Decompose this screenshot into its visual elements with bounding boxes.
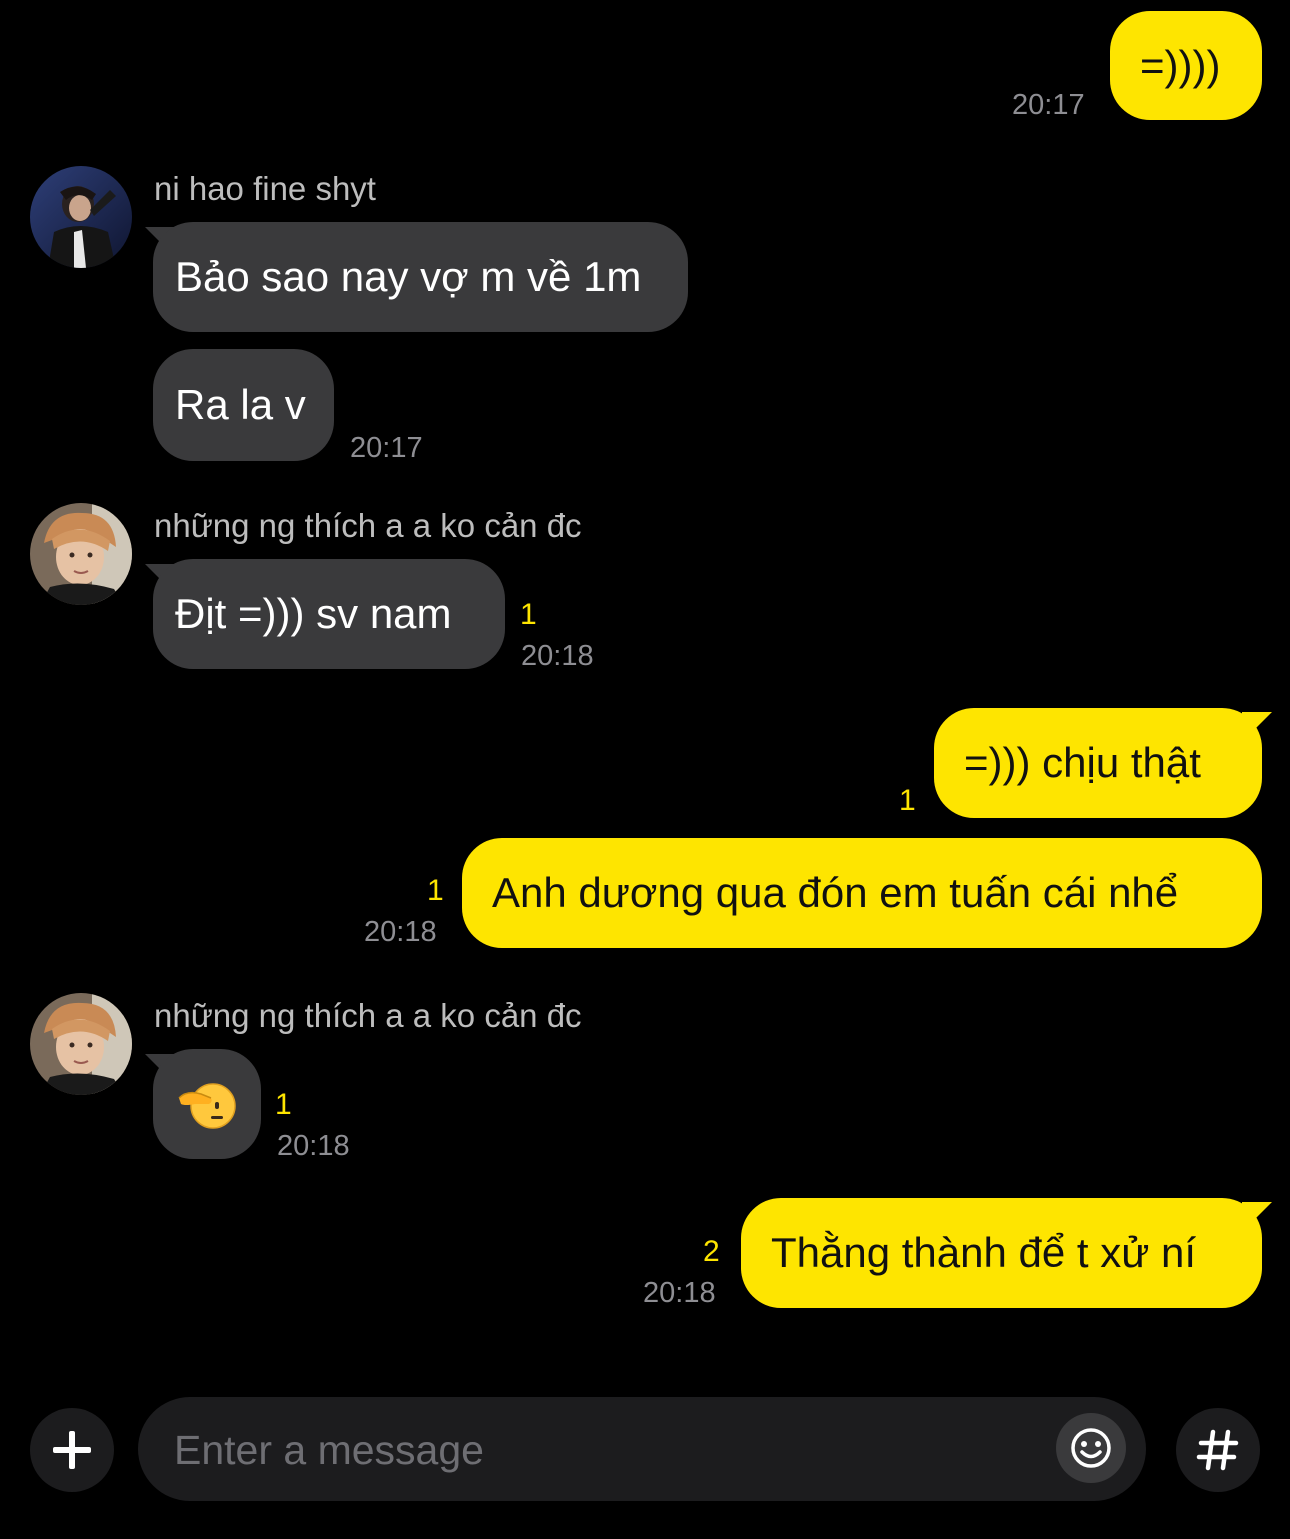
- message-bubble-incoming[interactable]: Ra la v: [153, 349, 334, 461]
- message-input[interactable]: [172, 1397, 1036, 1503]
- message-text: Thằng thành để t xử ní: [771, 1229, 1197, 1276]
- smiley-icon: [1071, 1428, 1111, 1468]
- message-time: 20:18: [643, 1277, 716, 1309]
- avatar[interactable]: [30, 503, 132, 605]
- plus-icon: [53, 1431, 91, 1469]
- message-time: 20:18: [364, 916, 437, 948]
- message-bubble-incoming[interactable]: Địt =))) sv nam: [153, 559, 505, 669]
- emoji-button[interactable]: [1056, 1413, 1126, 1483]
- message-bubble-outgoing[interactable]: =)))): [1110, 11, 1262, 120]
- avatar[interactable]: [30, 166, 132, 268]
- message-text: =))) chịu thật: [964, 739, 1201, 786]
- message-input-container[interactable]: [138, 1397, 1146, 1503]
- message-text: Anh dương qua đón em tuấn cái nhể: [492, 869, 1179, 916]
- unread-count: 1: [275, 1088, 292, 1121]
- message-time: 20:17: [1012, 89, 1085, 121]
- unread-count: 1: [427, 874, 444, 907]
- message-time: 20:17: [350, 432, 423, 464]
- add-button[interactable]: [30, 1408, 114, 1492]
- unread-count: 1: [899, 784, 916, 817]
- message-time: 20:18: [521, 640, 594, 672]
- message-bubble-outgoing[interactable]: =))) chịu thật: [934, 708, 1262, 818]
- saluting-face-emoji: [178, 1083, 236, 1129]
- message-text: =)))): [1140, 41, 1221, 89]
- message-bubble-incoming[interactable]: [153, 1049, 261, 1159]
- message-text: Địt =))) sv nam: [175, 590, 452, 637]
- message-time: 20:18: [277, 1130, 350, 1162]
- avatar[interactable]: [30, 993, 132, 1095]
- unread-count: 2: [703, 1235, 720, 1268]
- hashtag-button[interactable]: [1176, 1408, 1260, 1492]
- sender-name: những ng thích a a ko cản đc: [154, 507, 582, 544]
- message-bubble-incoming[interactable]: Bảo sao nay vợ m về 1m: [153, 222, 688, 332]
- sender-name: ni hao fine shyt: [154, 170, 376, 207]
- message-text: Bảo sao nay vợ m về 1m: [175, 253, 642, 300]
- message-bubble-outgoing[interactable]: Thằng thành để t xử ní: [741, 1198, 1262, 1308]
- message-text: Ra la v: [175, 381, 306, 428]
- sender-name: những ng thích a a ko cản đc: [154, 997, 582, 1034]
- hash-icon: [1196, 1429, 1239, 1471]
- unread-count: 1: [520, 598, 537, 631]
- message-bubble-outgoing[interactable]: Anh dương qua đón em tuấn cái nhể: [462, 838, 1262, 948]
